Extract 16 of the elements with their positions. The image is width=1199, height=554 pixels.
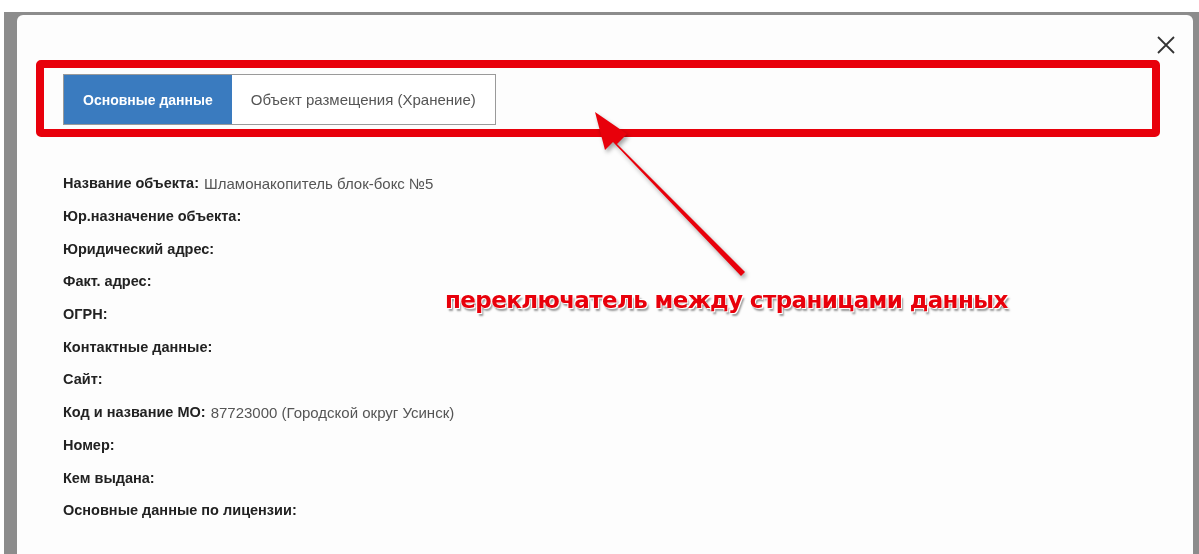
- field-label: Факт. адрес:: [63, 273, 152, 290]
- field-value: Шламонакопитель блок-бокс №5: [204, 174, 434, 192]
- close-icon[interactable]: [1157, 36, 1175, 54]
- field-label: Контактные данные:: [63, 338, 213, 355]
- field-label: Название объекта:: [63, 175, 199, 192]
- field-label: Юр.назначение объекта:: [63, 208, 242, 225]
- field-label: Номер:: [63, 436, 115, 453]
- field-label: Сайт:: [63, 371, 103, 388]
- field-label: Кем выдана:: [63, 469, 155, 486]
- field-label: Код и название МО:: [63, 404, 206, 421]
- annotation-text: переключатель между страницами данных: [445, 287, 1008, 313]
- field-label: Юридический адрес:: [63, 240, 215, 257]
- field-label: Основные данные по лицензии:: [63, 502, 297, 519]
- tab[interactable]: Основные данные: [64, 75, 232, 124]
- field-label: ОГРН:: [63, 306, 108, 323]
- field-value: 87723000 (Городской округ Усинск): [210, 403, 455, 421]
